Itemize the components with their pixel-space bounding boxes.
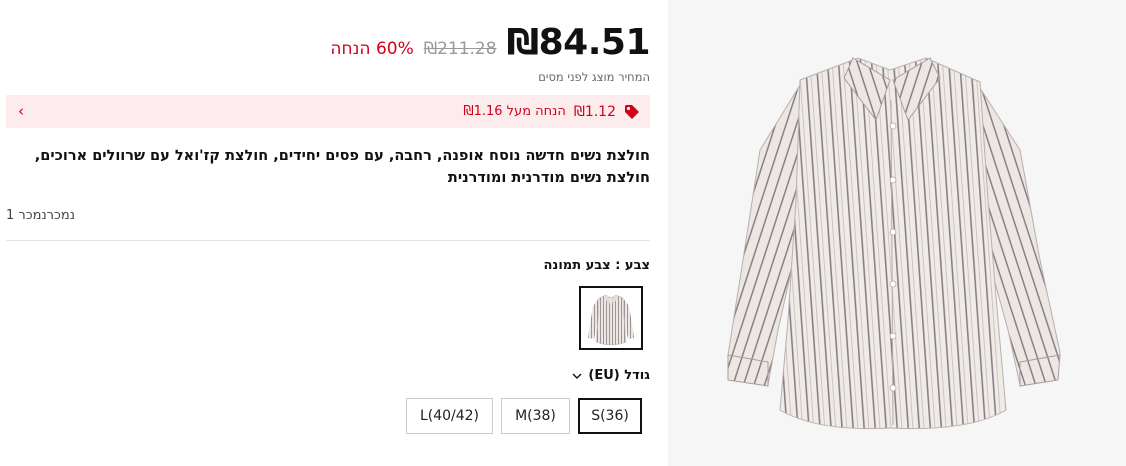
discount-percent: 60% הנחה bbox=[330, 39, 414, 59]
chevron-right-icon[interactable]: › bbox=[18, 102, 24, 120]
promo-banner[interactable]: ₪1.12 הנחה מעל ₪1.16 › bbox=[6, 95, 650, 128]
current-price: ₪84.51 bbox=[506, 22, 651, 63]
color-label: צבע : צבע תמונה bbox=[543, 258, 651, 273]
promo-amount: ₪1.12 bbox=[573, 103, 616, 120]
swatch-shirt-thumbnail bbox=[588, 294, 634, 346]
size-option-l[interactable]: L(40/42) bbox=[406, 398, 493, 434]
tag-icon bbox=[624, 104, 640, 120]
size-label: גודל (EU) bbox=[588, 368, 650, 383]
color-swatch[interactable] bbox=[579, 286, 643, 350]
size-selector-toggle[interactable]: גודל (EU) bbox=[572, 368, 650, 383]
sold-count: נמכרנמכר 1 bbox=[6, 208, 75, 223]
shirt-image bbox=[727, 57, 1061, 430]
original-price: ₪211.28 bbox=[423, 39, 497, 59]
size-option-m[interactable]: M(38) bbox=[501, 398, 570, 434]
price-row: ₪84.51 ₪211.28 60% הנחה bbox=[330, 22, 650, 72]
divider bbox=[6, 240, 650, 241]
size-option-s[interactable]: S(36) bbox=[578, 398, 642, 434]
product-title: חולצת נשים חדשה נוסח אופנה, רחבה, עם פסי… bbox=[34, 148, 650, 186]
promo-text: הנחה מעל ₪1.16 bbox=[463, 104, 566, 119]
tax-note: המחיר מוצג לפני מסים bbox=[538, 70, 650, 84]
chevron-down-icon bbox=[572, 371, 582, 381]
product-image[interactable] bbox=[668, 0, 1126, 466]
